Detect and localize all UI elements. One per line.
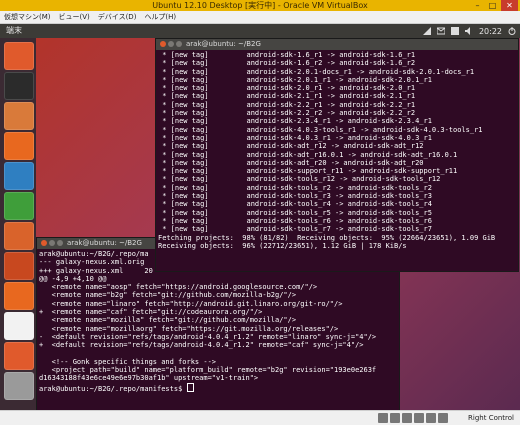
device-status-icons	[378, 413, 448, 423]
window-buttons	[41, 240, 63, 246]
vbox-titlebar: Ubuntu 12.10 Desktop [実行中] - Oracle VM V…	[0, 0, 520, 11]
terminal-line: * [new tag] android-sdk-adt_r20 -> andro…	[158, 158, 424, 167]
power-icon[interactable]	[508, 27, 516, 35]
mail-icon[interactable]	[436, 27, 446, 35]
volume-icon[interactable]	[464, 27, 473, 35]
terminal-line: * [new tag] android-sdk-1.6_r1 -> androi…	[158, 51, 416, 59]
terminal-line: - <default revision="refs/tags/android-4…	[39, 332, 377, 341]
terminal-line: * [new tag] android-sdk-4.0.3_r1 -> andr…	[158, 133, 432, 142]
menu-machine[interactable]: 仮想マシン(M)	[4, 12, 51, 22]
terminal-line: * [new tag] android-sdk-4.0.3-tools_r1 -…	[158, 125, 483, 134]
vbox-statusbar: Right Control	[0, 410, 520, 425]
software-center-icon[interactable]	[4, 252, 34, 280]
writer-icon[interactable]	[4, 162, 34, 190]
terminal-line: @@ -4,9 +4,10 @@	[39, 274, 107, 283]
ubuntu-top-panel: 端末 20:22	[0, 24, 520, 38]
system-settings-icon[interactable]	[4, 372, 34, 400]
terminal-line: * [new tag] android-sdk-adt_r12 -> andro…	[158, 142, 424, 151]
maximize-button[interactable]: □	[486, 0, 499, 11]
terminal-line: + <remote name="caf" fetch="git://codeau…	[39, 308, 263, 317]
close-dot-icon[interactable]	[160, 41, 166, 47]
amazon-icon[interactable]	[4, 312, 34, 340]
terminal-line: d16343188f43e6ce49e6e97b30af1b" upstream…	[39, 374, 259, 383]
terminal-line: * [new tag] android-sdk-support_r11 -> a…	[158, 167, 458, 176]
terminal-line: * [new tag] android-sdk-tools_r2 -> andr…	[158, 183, 432, 192]
terminal-title: arak@ubuntu: ~/B2G	[186, 40, 261, 48]
terminal-icon[interactable]	[4, 72, 34, 100]
terminal-line: <!-- Gonk specific things and forks -->	[39, 357, 217, 366]
terminal-cursor	[186, 382, 194, 392]
terminal-line: * [new tag] android-sdk-tools_r12 -> and…	[158, 175, 441, 184]
terminal-line: * [new tag] android-sdk-tools_r3 -> andr…	[158, 192, 432, 201]
menu-help[interactable]: ヘルプ(H)	[144, 12, 176, 22]
terminal-line: <remote name="aosp" fetch="https://andro…	[39, 283, 318, 292]
clock[interactable]: 20:22	[479, 27, 502, 36]
menu-view[interactable]: ビュー(V)	[59, 12, 90, 22]
minimize-dot-icon[interactable]	[168, 41, 174, 47]
shared-folder-icon[interactable]	[426, 413, 436, 423]
minimize-dot-icon[interactable]	[49, 240, 55, 246]
terminal-line: * [new tag] android-sdk-2.0.1-docs_r1 ->…	[158, 67, 475, 76]
vbox-menubar: 仮想マシン(M) ビュー(V) デバイス(D) ヘルプ(H)	[0, 11, 520, 24]
terminal-line: * [new tag] android-sdk-2.0.1_r1 -> andr…	[158, 75, 432, 84]
terminal-title: arak@ubuntu: ~/B2G	[67, 239, 142, 247]
terminal-line: <remote name="mozilla" fetch="git://gith…	[39, 316, 297, 325]
close-dot-icon[interactable]	[41, 240, 47, 246]
minimize-button[interactable]: –	[471, 0, 484, 11]
maximize-dot-icon[interactable]	[176, 41, 182, 47]
terminal-line: Fetching projects: 98% (81/82) Receiving…	[158, 233, 496, 242]
display-icon[interactable]	[438, 413, 448, 423]
terminal-line: Receiving objects: 96% (22712/23651), 1.…	[158, 241, 407, 250]
panel-indicators: 20:22	[422, 24, 516, 38]
terminal-line: * [new tag] android-sdk-2.0_r1 -> androi…	[158, 84, 416, 93]
terminal-line: <project path="build" name="platform_bui…	[39, 366, 377, 375]
terminal-line: * [new tag] android-sdk-tools_r7 -> andr…	[158, 225, 432, 234]
terminal-output[interactable]: arak@ubuntu:~/B2G/.repo/ma --- galaxy-nex…	[39, 250, 397, 410]
language-icon[interactable]	[450, 27, 459, 35]
terminal-line: <remote name="mozillaorg" fetch="https:/…	[39, 324, 339, 333]
host-key-label: Right Control	[468, 414, 514, 422]
panel-app-title: 端末	[6, 26, 22, 35]
ubuntu-one-icon[interactable]	[4, 282, 34, 310]
files-icon[interactable]	[4, 102, 34, 130]
terminal-line: <remote name="linaro" fetch="http://andr…	[39, 299, 343, 308]
terminal-line: * [new tag] android-sdk-2.2_r1 -> androi…	[158, 100, 416, 109]
dash-icon[interactable]	[4, 42, 34, 70]
ubuntu-one-music-icon[interactable]	[4, 342, 34, 370]
firefox-icon[interactable]	[4, 132, 34, 160]
window-buttons	[160, 41, 182, 47]
terminal-line: * [new tag] android-sdk-tools_r4 -> andr…	[158, 200, 432, 209]
terminal-line: * [new tag] android-sdk-tools_r5 -> andr…	[158, 208, 432, 217]
usb-icon[interactable]	[402, 413, 412, 423]
terminal-line: <remote name="b2g" fetch="git://github.c…	[39, 291, 297, 300]
impress-icon[interactable]	[4, 222, 34, 250]
hdd-icon[interactable]	[378, 413, 388, 423]
terminal-line: * [new tag] android-sdk-2.1_r1 -> androi…	[158, 92, 416, 101]
terminal-titlebar[interactable]: arak@ubuntu: ~/B2G	[156, 39, 518, 50]
window-controls: – □ ✕	[471, 0, 518, 11]
window-title: Ubuntu 12.10 Desktop [実行中] - Oracle VM V…	[152, 1, 368, 10]
maximize-dot-icon[interactable]	[57, 240, 63, 246]
network-icon[interactable]	[422, 27, 431, 35]
terminal-line: * [new tag] android-sdk-1.6_r2 -> androi…	[158, 59, 416, 68]
terminal-output[interactable]: * [new tag] android-sdk-1.6_r1 -> androi…	[158, 51, 516, 271]
terminal-line: * [new tag] android-sdk-2.2_r2 -> androi…	[158, 109, 416, 118]
menu-devices[interactable]: デバイス(D)	[98, 12, 137, 22]
terminal-line: * [new tag] android-sdk-adt_r16.0.1 -> a…	[158, 150, 458, 159]
terminal-line: + <default revision="refs/tags/android-4…	[39, 341, 364, 350]
terminal-line: arak@ubuntu:~/B2G/.repo/manifests$	[39, 382, 397, 393]
network-status-icon[interactable]	[414, 413, 424, 423]
unity-launcher	[0, 38, 36, 410]
terminal-line: * [new tag] android-sdk-2.3.4_r1 -> andr…	[158, 117, 432, 126]
calc-icon[interactable]	[4, 192, 34, 220]
terminal-window-front[interactable]: arak@ubuntu: ~/B2G * [new tag] android-s…	[155, 38, 519, 272]
close-button[interactable]: ✕	[501, 0, 518, 11]
cd-icon[interactable]	[390, 413, 400, 423]
terminal-line: * [new tag] android-sdk-tools_r6 -> andr…	[158, 216, 432, 225]
